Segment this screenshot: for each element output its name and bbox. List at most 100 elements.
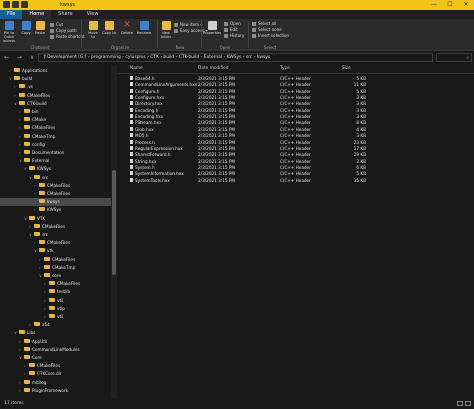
select-none-button[interactable]: Select none [252,27,282,32]
tab-share[interactable]: Share [51,10,79,19]
file-row[interactable]: SystemInformation.hxx 2/3/2021 3:15 PM C/C… [126,171,366,177]
tree-item[interactable]: › CMakeFiles [0,190,111,198]
file-row[interactable]: SharedForward.h 2/3/2021 3:15 PM C/C++ Hea… [126,152,366,158]
tree-item[interactable]: › CMakeFiles [0,182,111,190]
tree-item[interactable]: › CMakeFiles [0,124,111,132]
tree-item[interactable]: › CMakeTmp [0,264,111,272]
copy-button[interactable]: Copy [20,21,32,35]
tree-item[interactable]: ∨ vtk [0,247,111,255]
tree-item[interactable]: ∨ Libs [0,329,111,337]
tree-item[interactable]: › bin [0,108,111,116]
tree-item[interactable]: › KWSys [0,206,111,214]
file-row[interactable]: Process.h 2/3/2021 3:15 PM C/C++ Header 23 … [126,139,366,146]
tree-item[interactable]: › CMakeFiles [0,223,111,231]
delete-button[interactable]: ✕ Delete [120,21,134,36]
copy-to-button[interactable]: Copy to [102,21,116,35]
tab-home[interactable]: Home [22,10,52,19]
properties-icon[interactable] [12,1,19,8]
new-item-button[interactable]: New item ▾ [174,22,202,27]
file-row[interactable]: FStream.hxx 2/3/2021 3:15 PM C/C++ Header 8… [126,120,366,126]
details-view-icon[interactable] [457,401,463,406]
tree-item[interactable]: › .vs [0,83,111,91]
tree-item[interactable]: › testlib [0,288,111,296]
file-row[interactable]: Base64.h 2/3/2021 3:15 PM C/C++ Header 5 KB [126,76,366,82]
tree-item[interactable]: › CMakeFiles [0,239,111,247]
tree-item-label: CMake [32,117,46,123]
tree-item[interactable]: › AppUtil [0,338,111,346]
folder-icon[interactable] [3,1,10,8]
tree-item[interactable]: › CMakeFiles [0,280,111,288]
file-row[interactable]: RegularExpression.hxx 2/3/2021 3:15 PM C/C… [126,145,366,152]
file-row[interactable]: Encoding.hxx 2/3/2021 3:15 PM C/C++ Header… [126,114,366,120]
new-folder-icon[interactable] [21,1,28,8]
tree-item[interactable]: ∨ build [0,75,111,83]
tree-item[interactable]: ∨ src [0,231,111,239]
tree-item[interactable]: ∨ Core [0,354,111,362]
copy-path-button[interactable]: Copy path [50,28,77,33]
file-row[interactable]: System.h 2/3/2021 3:15 PM C/C++ Header 6 KB [126,164,366,171]
file-row[interactable]: Encoding.h 2/3/2021 3:15 PM C/C++ Header 3 … [126,107,366,114]
large-icons-view-icon[interactable] [465,401,471,406]
tree-item[interactable]: ∨ VTK [0,215,111,223]
tree-item[interactable]: › vtil [0,313,111,321]
tree-item[interactable]: › CMakeFiles [0,92,111,100]
column-header-type[interactable]: Type [280,65,290,73]
edit-button[interactable]: Edit [224,27,238,32]
search-input[interactable]: ⌕ [436,53,472,62]
paste-shortcut-button[interactable]: Paste shortcut [50,34,85,39]
pin-quick-access-button[interactable]: Pin to Quick access [1,21,17,43]
cut-button[interactable]: Cut [50,22,63,27]
open-button[interactable]: Open [224,21,241,26]
tree-item[interactable]: › CMakeFiles [0,362,111,370]
navigation-scrollbar[interactable] [111,65,117,398]
tree-item[interactable]: › mbilog [0,379,111,387]
minimize-button[interactable]: — [426,0,442,10]
tree-item[interactable]: › Applications [0,67,111,75]
tree-item[interactable]: › CMakeTmp [0,133,111,141]
move-to-button[interactable]: Move to [86,21,100,39]
tree-item[interactable]: ∨ src [0,174,111,182]
column-header-size[interactable]: Size [342,65,351,73]
address-bar[interactable]: › Development (G:) › programming › cylus… [38,53,433,62]
properties-button[interactable]: Properties [203,21,221,35]
tree-item[interactable]: › CMakeFiles [0,256,111,264]
file-row[interactable]: Configure.h 2/3/2021 3:15 PM C/C++ Header 5… [126,88,366,95]
close-button[interactable]: ✕ [458,0,474,10]
invert-selection-button[interactable]: Invert selection [252,33,289,38]
file-row[interactable]: Directory.hxx 2/3/2021 3:15 PM C/C++ Heade… [126,101,366,107]
select-all-button[interactable]: Select all [252,21,276,26]
tree-item[interactable]: › CTKCore.dir [0,370,111,378]
file-row[interactable]: String.hxx 2/3/2021 3:15 PM C/C++ Header 2 … [126,158,366,165]
file-size: 35 KB [353,177,366,183]
header-file-icon [130,145,133,150]
tree-item[interactable]: › config [0,141,111,149]
tab-view[interactable]: View [80,10,106,19]
tree-item[interactable]: ∨ External [0,157,111,165]
rename-button[interactable]: Rename [136,21,152,35]
file-row[interactable]: CommandLineArguments.hxx 2/3/2021 3:15 PM… [126,82,366,88]
new-folder-button[interactable]: New folder [160,21,172,39]
tree-item[interactable]: ∨ CTK-build [0,100,111,108]
history-button[interactable]: History [224,33,244,38]
column-header-date[interactable]: Date modified [198,65,228,73]
tree-item[interactable]: › x64 [0,321,111,329]
scrollbar-thumb[interactable] [112,170,116,275]
tab-file[interactable]: File [0,10,23,19]
file-row[interactable]: Configure.hxx 2/3/2021 3:15 PM C/C++ Heade… [126,95,366,101]
file-row[interactable]: SystemTools.hxx 2/3/2021 3:15 PM C/C++ Hea… [126,177,366,184]
tree-item[interactable]: › CMake [0,116,111,124]
tree-item[interactable]: › Documentation [0,149,111,157]
tree-item[interactable]: › CommandLineModules [0,346,111,354]
paste-button[interactable]: Paste [34,21,46,35]
tree-item[interactable]: › vtil [0,297,111,305]
file-row[interactable]: MD5.h 2/3/2021 3:15 PM C/C++ Header 3 KB [126,133,366,139]
column-header-name[interactable]: Name [130,65,143,73]
tree-item[interactable]: › PluginFramework [0,387,111,395]
file-row[interactable]: Glob.hxx 2/3/2021 3:15 PM C/C++ Header 4 KB [126,126,366,133]
tree-item[interactable]: kwsys [0,198,111,207]
maximize-button[interactable]: ☐ [442,0,458,10]
tree-item[interactable]: ∨ KWSys [0,165,111,173]
folder-icon [39,191,45,195]
tree-item[interactable]: › vtlp [0,305,111,313]
tree-item[interactable]: ∨ core [0,272,111,280]
